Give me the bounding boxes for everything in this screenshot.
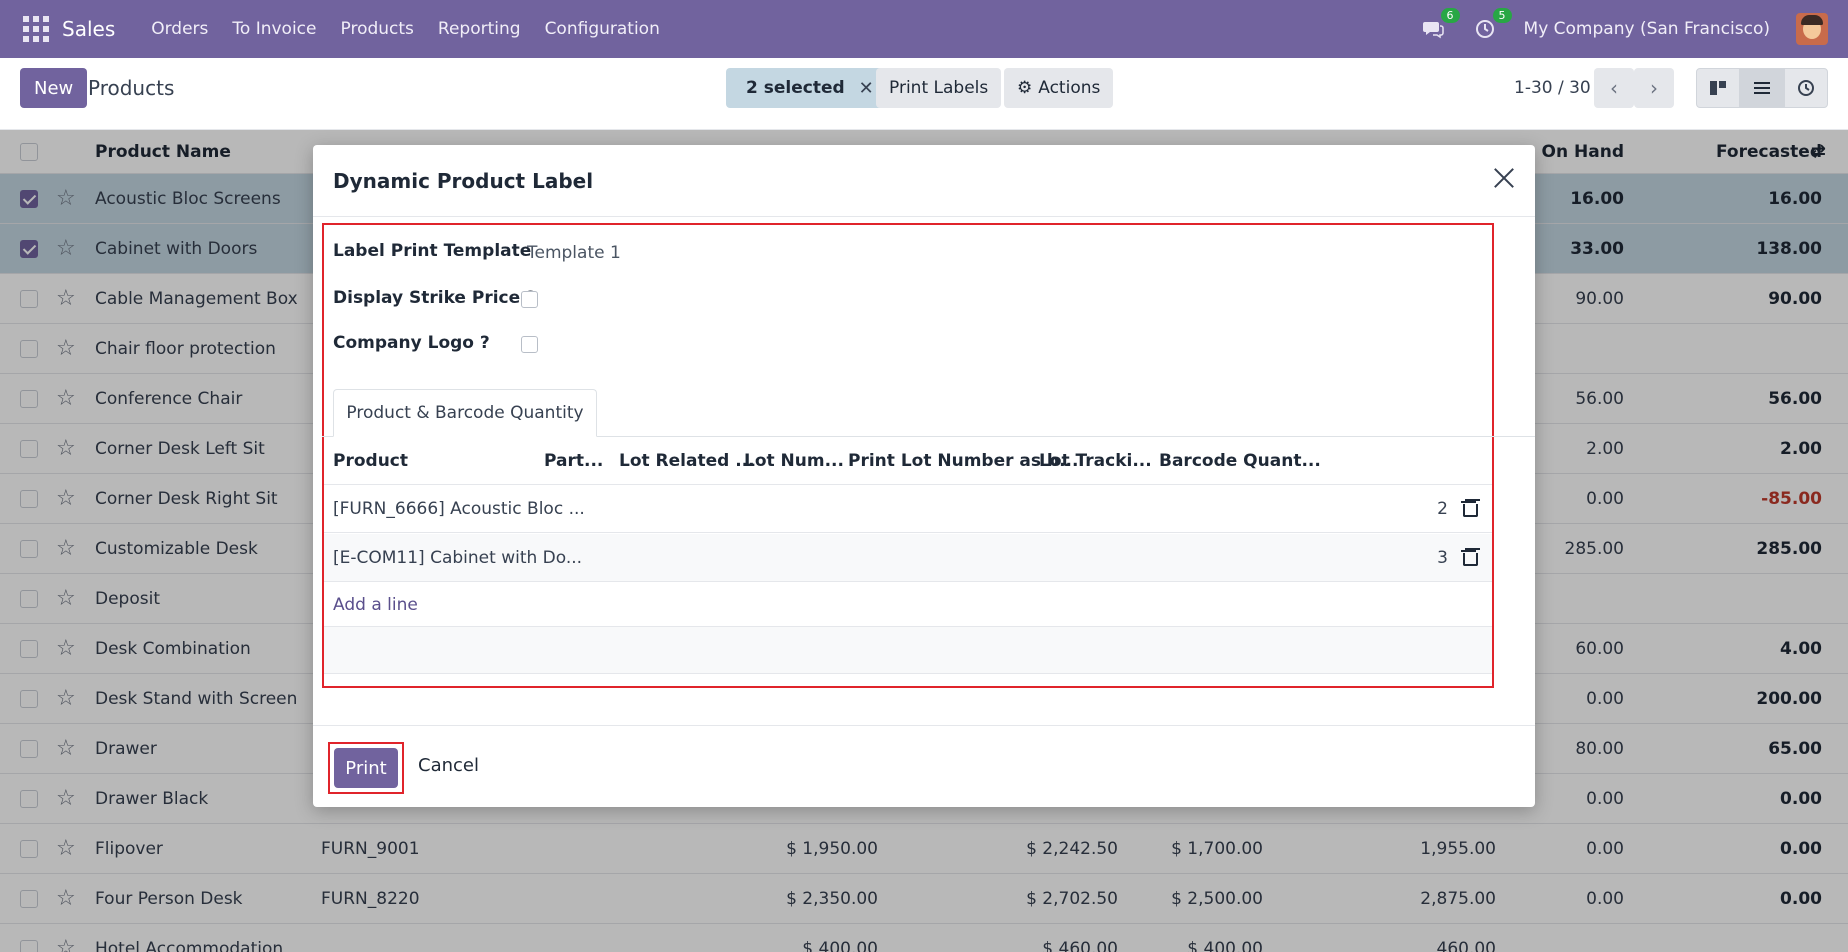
column-partner[interactable]: Part... — [544, 451, 603, 471]
main-menu: Orders To Invoice Products Reporting Con… — [139, 19, 672, 39]
activities-count-badge: 5 — [1492, 8, 1512, 23]
line-product[interactable]: [E-COM11] Cabinet with Do... — [333, 548, 582, 568]
menu-configuration[interactable]: Configuration — [533, 19, 672, 39]
label-print-template-label: Label Print Template — [333, 241, 532, 261]
kanban-view-icon[interactable] — [1696, 68, 1740, 108]
apps-menu-icon[interactable] — [20, 13, 52, 45]
menu-products[interactable]: Products — [329, 19, 426, 39]
dialog-title: Dynamic Product Label — [333, 169, 594, 193]
selection-badge: 2 selected ✕ — [726, 68, 894, 108]
pager-value[interactable]: 1-30 / 30 — [1514, 78, 1591, 98]
column-lot-related[interactable]: Lot Related ... — [619, 451, 755, 471]
tab-product-barcode-quantity[interactable]: Product & Barcode Quantity — [333, 389, 597, 437]
add-a-line-link[interactable]: Add a line — [333, 595, 418, 615]
gear-icon: ⚙ — [1017, 78, 1033, 98]
messages-count-badge: 6 — [1440, 8, 1460, 23]
menu-reporting[interactable]: Reporting — [426, 19, 533, 39]
new-button[interactable]: New — [20, 68, 88, 108]
company-logo-checkbox[interactable] — [521, 336, 538, 353]
company-logo-label: Company Logo ? — [333, 333, 490, 353]
column-lot-number[interactable]: Lot Num... — [744, 451, 844, 471]
pager-next-icon[interactable]: › — [1634, 68, 1674, 108]
line-quantity[interactable]: 2 — [1437, 499, 1448, 519]
table-footer — [324, 627, 1492, 674]
messages-icon[interactable]: 6 — [1420, 8, 1460, 42]
dialog-footer: Print Cancel — [313, 725, 1535, 807]
dynamic-product-label-dialog: Dynamic Product Label Label Print Templa… — [313, 145, 1535, 807]
company-switcher[interactable]: My Company (San Francisco) — [1524, 19, 1770, 39]
actions-button[interactable]: ⚙ Actions — [1004, 68, 1114, 108]
print-labels-label: Print Labels — [889, 78, 989, 98]
label-print-template-field[interactable]: Template 1 — [527, 243, 621, 263]
trash-icon[interactable] — [1461, 500, 1478, 517]
control-panel: New Products 2 selected ✕ Print Labels ⚙… — [0, 58, 1848, 130]
print-highlight: Print — [328, 742, 404, 794]
trash-icon[interactable] — [1461, 549, 1478, 566]
column-barcode-quantity[interactable]: Barcode Quant... — [1159, 451, 1321, 471]
top-navbar: Sales Orders To Invoice Products Reporti… — [0, 0, 1848, 58]
close-icon[interactable] — [1489, 163, 1519, 193]
menu-to-invoice[interactable]: To Invoice — [220, 19, 328, 39]
selected-count: 2 selected — [746, 78, 845, 98]
display-strike-price-label: Display Strike Price ? — [333, 288, 536, 308]
pager-previous-icon[interactable]: ‹ — [1594, 68, 1634, 108]
cancel-button[interactable]: Cancel — [418, 755, 479, 776]
list-view-icon[interactable] — [1740, 68, 1784, 108]
line-product[interactable]: [FURN_6666] Acoustic Bloc ... — [333, 499, 585, 519]
display-strike-price-checkbox[interactable] — [521, 291, 538, 308]
print-button[interactable]: Print — [334, 748, 398, 788]
user-avatar[interactable] — [1796, 13, 1828, 45]
page-title: Products — [88, 76, 175, 100]
column-lot-tracking[interactable]: Lot Tracki... — [1039, 451, 1152, 471]
clear-selection-icon[interactable]: ✕ — [859, 78, 874, 99]
actions-label: Actions — [1038, 78, 1101, 98]
table-row[interactable]: [FURN_6666] Acoustic Bloc ... 2 — [324, 485, 1492, 533]
systray: 6 5 My Company (San Francisco) — [1420, 8, 1828, 45]
dialog-header: Dynamic Product Label — [313, 145, 1535, 217]
activities-icon[interactable]: 5 — [1472, 8, 1512, 42]
activity-view-icon[interactable] — [1784, 68, 1828, 108]
column-product[interactable]: Product — [333, 451, 408, 471]
table-row[interactable]: [E-COM11] Cabinet with Do... 3 — [324, 534, 1492, 582]
line-quantity[interactable]: 3 — [1437, 548, 1448, 568]
print-labels-button[interactable]: Print Labels — [876, 68, 1002, 108]
app-name[interactable]: Sales — [62, 17, 115, 41]
lines-table-header: Product Part... Lot Related ... Lot Num.… — [324, 437, 1492, 485]
menu-orders[interactable]: Orders — [139, 19, 220, 39]
